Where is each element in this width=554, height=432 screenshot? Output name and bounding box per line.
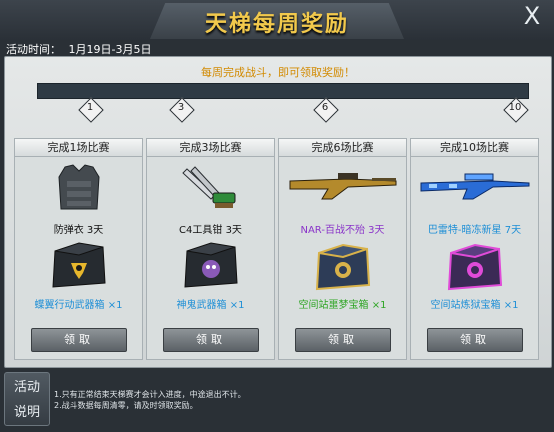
card-header: 完成6场比赛 bbox=[279, 139, 406, 157]
rule-line: 1.只有正常结束天梯赛才会计入进度，中途退出不计。 bbox=[54, 390, 246, 399]
box-quantity: ×1 bbox=[229, 300, 245, 311]
purgatory-chest-icon bbox=[411, 239, 538, 293]
rule-line: 2.战斗数据每周清零，请及时领取奖励。 bbox=[54, 401, 198, 410]
reward-card-1: 完成1场比赛 防弹衣 3天 蝶翼行动武器箱 ×1 领取 bbox=[14, 138, 143, 360]
card-header: 完成1场比赛 bbox=[15, 139, 142, 157]
sniper-rifle-icon bbox=[411, 171, 538, 205]
event-info-button[interactable]: 活动 说明 bbox=[4, 372, 50, 426]
nightmare-chest-icon bbox=[279, 239, 406, 293]
window-title: 天梯每周奖励 bbox=[204, 12, 349, 37]
item-name: 巴雷特-暗冻新星 7天 bbox=[427, 225, 522, 236]
claim-button[interactable]: 领取 bbox=[295, 328, 391, 352]
claim-button[interactable]: 领取 bbox=[163, 328, 259, 352]
box-name-line: 神鬼武器箱 ×1 bbox=[147, 296, 274, 311]
progress-prompt: 每周完成战斗，即可领取奖励！ bbox=[201, 66, 355, 79]
box-name-line: 空间站噩梦宝箱 ×1 bbox=[279, 296, 406, 311]
box-quantity: ×1 bbox=[371, 300, 387, 311]
item-name: NAR-百战不殆 3天 bbox=[300, 225, 385, 236]
box-name: 空间站噩梦宝箱 bbox=[298, 300, 369, 311]
weapon-box-icon bbox=[15, 239, 142, 293]
reward-card-4: 完成10场比赛 巴雷特-暗冻新星 7天 空间站炼狱宝箱 ×1 领取 bbox=[410, 138, 539, 360]
rules-text: 1.只有正常结束天梯赛才会计入进度，中途退出不计。 2.战斗数据每周清零，请及时… bbox=[54, 389, 246, 411]
vest-icon bbox=[15, 163, 142, 213]
box-quantity: ×1 bbox=[503, 300, 519, 311]
box-name: 蝶翼行动武器箱 bbox=[34, 300, 105, 311]
claim-button[interactable]: 领取 bbox=[31, 328, 127, 352]
event-period: 活动时间： 1月19日-3月5日 bbox=[6, 41, 155, 57]
rifle-icon bbox=[279, 169, 406, 205]
info-button-line-1: 活动 bbox=[13, 380, 40, 395]
weapon-box-icon bbox=[147, 239, 274, 293]
box-name: 神鬼武器箱 bbox=[176, 300, 227, 311]
milestone-label: 3 bbox=[177, 102, 185, 113]
item-name: 防弹衣 3天 bbox=[53, 225, 104, 236]
reward-card-2: 完成3场比赛 C4工具钳 3天 神鬼武器箱 ×1 领取 bbox=[146, 138, 275, 360]
pliers-icon bbox=[147, 163, 274, 213]
card-header: 完成10场比赛 bbox=[411, 139, 538, 157]
box-name-line: 空间站炼狱宝箱 ×1 bbox=[411, 296, 538, 311]
info-button-line-2: 说明 bbox=[13, 405, 40, 420]
reward-panel: 每周完成战斗，即可领取奖励！ 1 3 6 10 完成1场比赛 防弹衣 3天 蝶翼… bbox=[4, 56, 552, 368]
event-period-label: 活动时间： bbox=[6, 43, 61, 56]
item-name: C4工具钳 3天 bbox=[179, 225, 242, 236]
claim-button[interactable]: 领取 bbox=[427, 328, 523, 352]
reward-card-3: 完成6场比赛 NAR-百战不殆 3天 空间站噩梦宝箱 ×1 领取 bbox=[278, 138, 407, 360]
milestone-label: 1 bbox=[86, 102, 94, 113]
event-period-value: 1月19日-3月5日 bbox=[68, 43, 152, 56]
card-header: 完成3场比赛 bbox=[147, 139, 274, 157]
box-quantity: ×1 bbox=[107, 300, 123, 311]
box-name-line: 蝶翼行动武器箱 ×1 bbox=[15, 296, 142, 311]
reward-window: 天梯每周奖励 X 活动时间： 1月19日-3月5日 每周完成战斗，即可领取奖励！… bbox=[0, 0, 554, 432]
box-name: 空间站炼狱宝箱 bbox=[430, 300, 501, 311]
milestone-label: 10 bbox=[508, 102, 522, 113]
close-button[interactable]: X bbox=[520, 4, 544, 28]
milestone-label: 6 bbox=[321, 102, 329, 113]
progress-bar bbox=[37, 83, 529, 99]
